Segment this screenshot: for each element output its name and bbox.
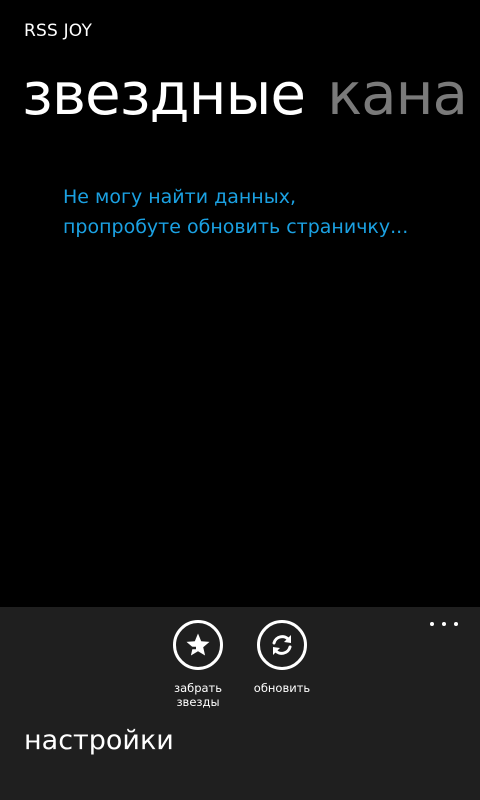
empty-state-line-2: пропробуте обновить страничку... — [63, 216, 409, 238]
empty-state-line-1: Не могу найти данных, — [63, 186, 297, 208]
pivot-tab-channels[interactable]: кана — [327, 54, 468, 134]
pivot-tab-starred[interactable]: звездные — [22, 54, 306, 134]
refresh-icon — [257, 620, 307, 670]
app-title: RSS JOY — [24, 21, 93, 41]
refresh-button[interactable]: обновить — [240, 620, 324, 695]
refresh-button-label: обновить — [253, 681, 311, 695]
pivot-headers: звездные кана — [22, 54, 480, 134]
menu-item-settings[interactable]: настройки — [24, 725, 174, 756]
empty-state-message: Не могу найти данных, пропробуте обновит… — [63, 182, 463, 242]
unstar-button[interactable]: забрать звезды — [156, 620, 240, 709]
app-screen: RSS JOY звездные кана Не могу найти данны… — [0, 0, 480, 800]
application-bar: забрать звезды обновить настройки — [0, 607, 480, 800]
unstar-button-label: забрать звезды — [173, 681, 223, 709]
star-remove-icon — [173, 620, 223, 670]
ellipsis-icon[interactable] — [430, 617, 458, 631]
